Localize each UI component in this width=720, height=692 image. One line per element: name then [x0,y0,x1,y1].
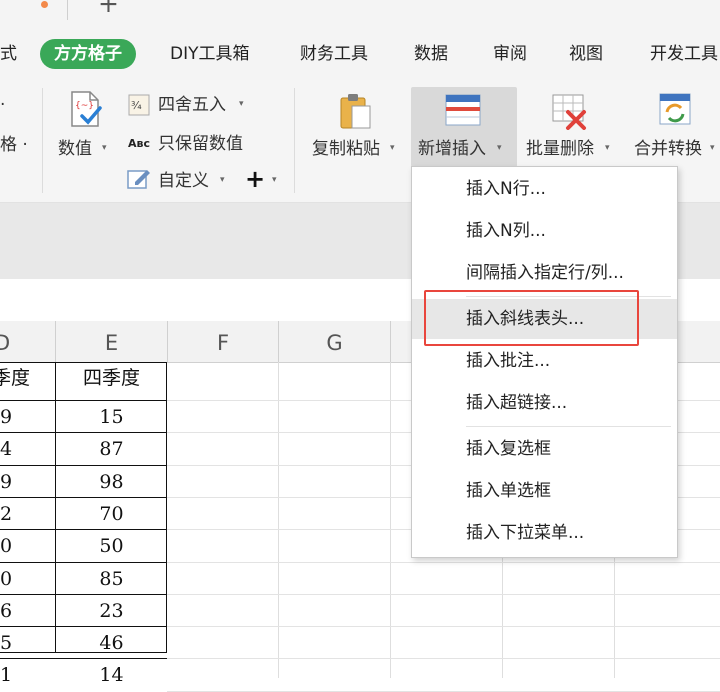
chevron-down-icon: ▾ [220,175,225,185]
add-button[interactable]: + [245,165,265,193]
chevron-down-icon: ▾ [239,99,244,109]
menu-item-format[interactable]: 式 [0,43,17,65]
table-cell[interactable]: 85 [56,563,167,594]
ribbon-partial-item-2[interactable]: 格 · [0,134,28,156]
menu-separator [466,426,671,427]
svg-text:¾: ¾ [131,99,142,112]
menu-item-insert-checkbox[interactable]: 插入复选框 [412,429,677,469]
menu-item-view[interactable]: 视图 [569,43,603,65]
grid-line [167,562,720,563]
table-cell[interactable]: 15 [56,401,167,432]
table-cell[interactable]: 5 [0,627,20,658]
new-tab-button[interactable]: + [98,0,119,16]
menu-item-finance-tools[interactable]: 财务工具 [300,43,368,65]
column-header-d-label: D [0,331,11,355]
column-header-f[interactable]: F [168,321,279,362]
grid-line [278,362,279,678]
grid-line [167,594,720,595]
numeric-button[interactable]: {~} 数值 ▾ [58,90,112,170]
table-cell[interactable]: 1 [0,659,20,690]
menu-item-insert-radio[interactable]: 插入单选框 [412,471,677,511]
menu-item-diy-toolbox[interactable]: DIY工具箱 [170,43,250,65]
chevron-down-icon: ▾ [102,143,107,153]
chevron-down-icon: ▾ [605,143,610,153]
table-cell[interactable]: 87 [56,433,167,464]
copy-paste-button[interactable]: 复制粘贴 ▾ [310,90,402,170]
batch-delete-button[interactable]: 批量删除 ▾ [524,90,616,170]
batch-delete-label: 批量删除 [526,139,594,159]
table-cell[interactable]: 23 [56,595,167,626]
chevron-down-icon: ▾ [390,143,395,153]
table-cell[interactable]: 9 [0,466,20,497]
table-cell[interactable]: 50 [56,530,167,561]
chevron-down-icon: ▾ [497,143,502,153]
menu-item-fangfanggezi[interactable]: 方方格子 [40,39,136,69]
numeric-doc-icon: {~} [71,91,102,127]
menu-item-insert-comment[interactable]: 插入批注... [412,341,677,381]
table-cell[interactable]: 9 [0,401,20,432]
insert-table-icon [445,94,481,126]
chevron-down-icon: ▾ [710,143,715,153]
table-cell[interactable]: 0 [0,530,20,561]
chevron-down-icon: ▾ [272,175,277,185]
custom-edit-icon [127,170,150,189]
menu-item-insert-dropdown-list[interactable]: 插入下拉菜单... [412,513,677,553]
table-cell[interactable]: 2 [0,498,20,529]
svg-text:{~}: {~} [75,101,94,111]
custom-label[interactable]: 自定义 [158,170,209,192]
ribbon-partial-item-1[interactable]: · [0,94,5,116]
menu-item-developer-tools[interactable]: 开发工具 [650,43,718,65]
copy-paste-label: 复制粘贴 [312,139,380,159]
keep-values-label[interactable]: 只保留数值 [158,133,243,155]
table-cell[interactable]: 14 [56,659,167,690]
table-cell[interactable]: 6 [0,595,20,626]
merge-convert-button[interactable]: 合并转换 ▾ [632,90,720,170]
menu-item-insert-n-rows[interactable]: 插入N行... [412,169,677,209]
table-cell[interactable]: 98 [56,466,167,497]
clipboard-icon [340,94,371,129]
table-header-cell[interactable]: 季度 [0,362,55,393]
highlight-box [424,290,639,346]
grid-line [167,658,720,659]
ribbon-divider [294,88,295,193]
grid-line [167,626,720,627]
menu-item-insert-n-columns[interactable]: 插入N列... [412,211,677,251]
new-insert-dropdown: 插入N行... 插入N列... 间隔插入指定行/列... 插入斜线表头... 插… [411,166,678,558]
ribbon-divider [42,88,43,193]
numeric-label: 数值 [58,139,92,159]
unsaved-dot-icon [41,1,48,8]
menu-item-review[interactable]: 审阅 [493,43,527,65]
keep-values-icon: Aʙc [128,137,150,150]
menu-item-interval-insert[interactable]: 间隔插入指定行/列... [412,253,677,293]
column-header-e[interactable]: E [56,321,168,362]
new-insert-label: 新增插入 [418,139,486,159]
merge-convert-icon [659,93,691,125]
grid-line [390,362,391,678]
menu-item-insert-hyperlink[interactable]: 插入超链接... [412,383,677,423]
table-cell[interactable]: 0 [0,563,20,594]
tab-strip: + [0,0,720,26]
delete-table-icon [552,94,586,130]
table-header-cell[interactable]: 四季度 [56,362,167,393]
menu-item-data[interactable]: 数据 [414,43,448,65]
column-header-d[interactable]: D [0,321,56,362]
table-cell[interactable]: 4 [0,433,20,464]
column-header-g[interactable]: G [279,321,391,362]
new-insert-button[interactable]: 新增插入 ▾ [411,87,517,167]
table-cell[interactable]: 70 [56,498,167,529]
merge-convert-label: 合并转换 [634,139,702,159]
round-icon: ¾ [128,94,150,116]
table-cell[interactable]: 46 [56,627,167,658]
round-label[interactable]: 四舍五入 [158,94,226,116]
tab-divider [67,0,68,20]
